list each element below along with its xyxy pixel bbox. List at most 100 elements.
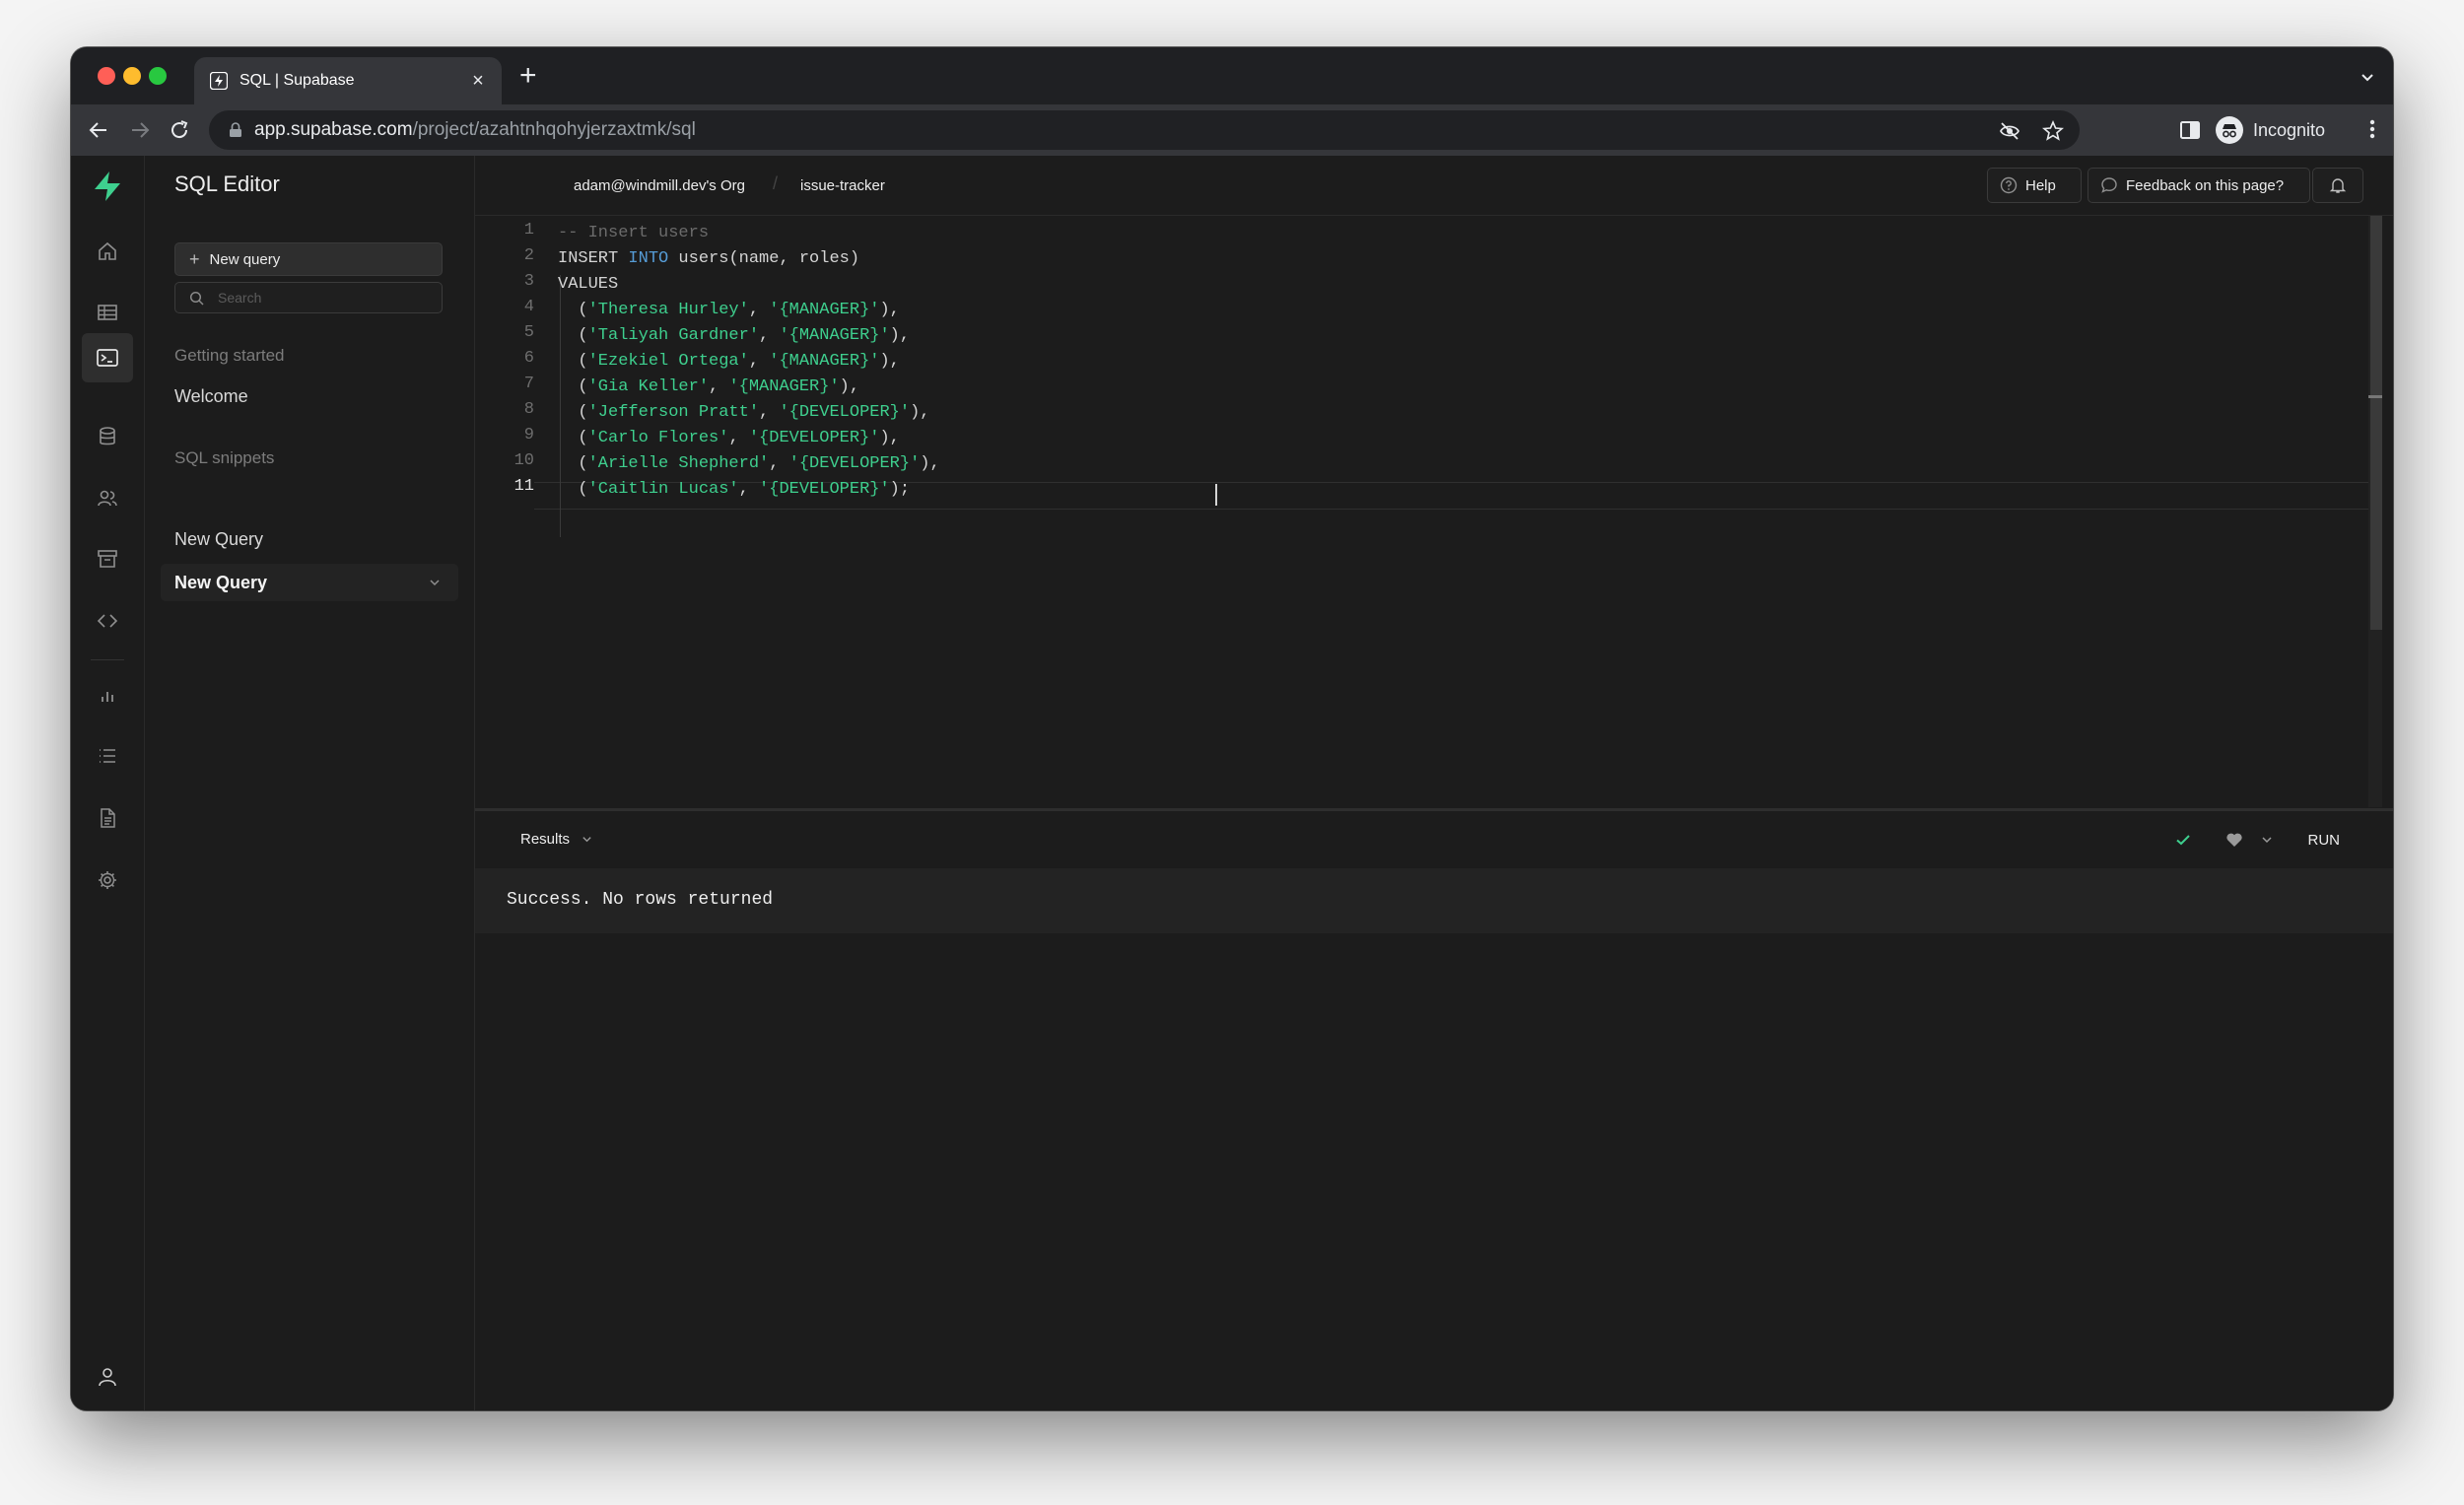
address-bar[interactable]: app.supabase.com/project/azahtnhqohyjerz…: [209, 110, 2080, 150]
sql-editor-sidebar: SQL Editor + New query Getting started W…: [145, 156, 475, 1410]
bookmark-star-icon[interactable]: [2042, 120, 2064, 142]
new-query-button[interactable]: + New query: [174, 242, 443, 276]
sql-comment: -- Insert users: [558, 224, 710, 242]
snippet-search: [174, 282, 443, 313]
bell-icon: [2329, 178, 2347, 193]
line-number: 3: [523, 272, 534, 291]
results-tab[interactable]: Results: [520, 831, 592, 848]
reports-chart-icon[interactable]: [91, 678, 124, 712]
breadcrumb-org[interactable]: adam@windmill.dev's Org: [574, 177, 745, 194]
code-line: -- Insert users: [558, 221, 709, 246]
sql-keyword: INTO: [628, 249, 669, 268]
browser-window: SQL | Supabase × + app.supabase.com/proj…: [71, 47, 2393, 1410]
code-line: ('Taliyah Gardner', '{MANAGER}'),: [558, 326, 911, 345]
reload-icon[interactable]: [168, 118, 191, 142]
authentication-users-icon[interactable]: [91, 481, 124, 514]
editor-scrollbar[interactable]: [2368, 216, 2382, 807]
browser-tab[interactable]: SQL | Supabase ×: [194, 57, 502, 104]
url-text: app.supabase.com/project/azahtnhqohyjerz…: [254, 119, 696, 141]
forward-arrow-icon[interactable]: [128, 118, 152, 142]
line-number: 8: [523, 400, 534, 419]
sql-string: '{MANAGER}': [769, 352, 880, 371]
api-docs-icon[interactable]: [91, 801, 124, 835]
side-panel-icon[interactable]: [2178, 118, 2202, 142]
sql-punct: );: [889, 480, 911, 499]
line-number: 9: [523, 426, 534, 445]
sql-string: 'Caitlin Lucas': [587, 480, 739, 499]
database-icon[interactable]: [91, 420, 124, 453]
supabase-logo-icon[interactable]: [91, 170, 124, 203]
sql-string: 'Carlo Flores': [587, 429, 729, 447]
line-number: 1: [523, 221, 534, 239]
logs-list-icon[interactable]: [91, 739, 124, 773]
section-getting-started: Getting started: [174, 346, 285, 365]
close-window-button[interactable]: [98, 67, 115, 85]
scrollbar-marker: [2368, 395, 2382, 398]
minimize-window-button[interactable]: [123, 67, 141, 85]
section-sql-snippets: SQL snippets: [174, 448, 275, 467]
sql-string: 'Jefferson Pratt': [587, 403, 760, 422]
zoom-window-button[interactable]: [149, 67, 167, 85]
home-icon[interactable]: [91, 235, 124, 268]
chevron-down-icon[interactable]: [429, 577, 441, 588]
main-panel: adam@windmill.dev's Org / issue-tracker …: [475, 156, 2393, 1410]
code-line: ('Jefferson Pratt', '{DEVELOPER}'),: [558, 403, 930, 422]
sidebar-item-welcome[interactable]: Welcome: [174, 386, 248, 407]
chevron-down-icon: [582, 837, 591, 843]
sql-string: '{MANAGER}': [769, 301, 880, 319]
results-label: Results: [520, 831, 571, 848]
help-circle-icon: [2000, 176, 2018, 194]
sql-punct: ),: [879, 301, 900, 319]
sidebar-title: SQL Editor: [174, 171, 280, 196]
line-number: 2: [523, 246, 534, 265]
sql-string: '{DEVELOPER}': [788, 454, 921, 473]
profile-label: Incognito: [2253, 119, 2326, 140]
text-cursor: [1215, 484, 1217, 506]
sql-editor-icon[interactable]: [82, 333, 133, 382]
eye-slash-icon[interactable]: [1999, 120, 2020, 142]
sql-string: '{MANAGER}': [728, 377, 840, 396]
code-line: ('Arielle Shepherd', '{DEVELOPER}'),: [558, 454, 940, 473]
scrollbar-thumb[interactable]: [2370, 216, 2382, 630]
sql-string: '{MANAGER}': [779, 326, 890, 345]
back-arrow-icon[interactable]: [87, 118, 110, 142]
user-account-icon[interactable]: [91, 1360, 124, 1394]
run-button[interactable]: RUN: [2308, 832, 2341, 849]
project-topbar: adam@windmill.dev's Org / issue-tracker …: [475, 156, 2393, 216]
tab-search-chevron-icon[interactable]: [2360, 69, 2375, 85]
results-message: Success. No rows returned: [507, 890, 774, 910]
incognito-profile-button[interactable]: Incognito: [2210, 110, 2339, 150]
check-icon: [2175, 835, 2190, 846]
close-tab-icon[interactable]: ×: [464, 70, 492, 93]
results-toolbar: Results RUN: [475, 811, 2393, 868]
sql-string: '{DEVELOPER}': [748, 429, 880, 447]
breadcrumb-separator: /: [773, 173, 779, 193]
notifications-button[interactable]: [2312, 168, 2363, 203]
sql-string: 'Arielle Shepherd': [587, 454, 770, 473]
help-button[interactable]: Help: [1987, 168, 2082, 203]
storage-archive-icon[interactable]: [91, 542, 124, 576]
new-tab-icon[interactable]: +: [519, 61, 537, 91]
new-query-label: New query: [209, 250, 281, 268]
chevron-down-icon[interactable]: [2261, 834, 2273, 846]
tab-title: SQL | Supabase: [240, 72, 355, 89]
feedback-button[interactable]: Feedback on this page?: [2088, 168, 2310, 203]
results-actions: RUN: [2174, 825, 2394, 855]
lock-icon: [230, 122, 241, 137]
code-line: VALUES: [558, 272, 618, 298]
snippet-item-active[interactable]: New Query: [161, 564, 458, 601]
snippet-item-label: New Query: [174, 572, 268, 592]
sql-code-editor[interactable]: 1 2 3 4 5 6 7 8 9 10 11 -- Insert users …: [475, 216, 2382, 807]
breadcrumb-project[interactable]: issue-tracker: [800, 177, 885, 194]
snippet-item[interactable]: New Query: [174, 529, 263, 550]
edge-functions-code-icon[interactable]: [91, 604, 124, 638]
sql-string: '{DEVELOPER}': [759, 480, 890, 499]
settings-gear-icon[interactable]: [91, 863, 124, 897]
table-editor-icon[interactable]: [91, 296, 124, 329]
url-host: app.supabase.com: [254, 119, 413, 140]
sql-string: 'Taliyah Gardner': [587, 326, 760, 345]
search-input[interactable]: [216, 289, 417, 307]
plus-icon: +: [189, 248, 200, 269]
browser-menu-icon[interactable]: [2369, 118, 2375, 140]
heart-favorite-icon[interactable]: [2225, 832, 2243, 848]
